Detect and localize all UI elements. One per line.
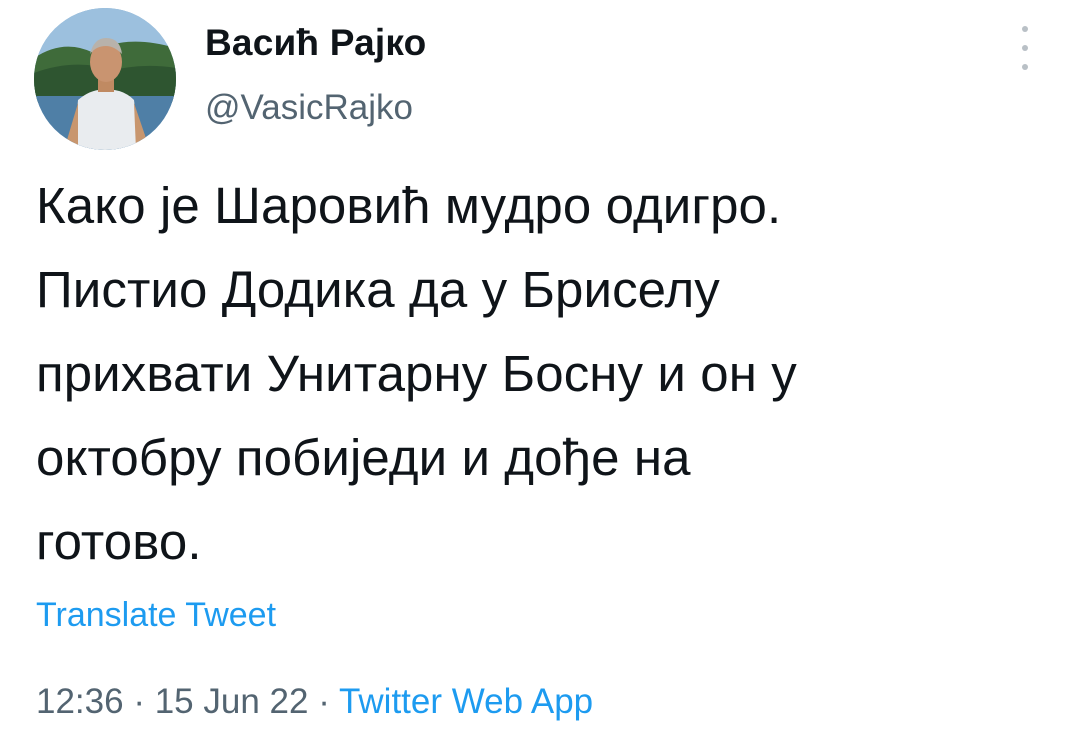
tweet-meta: 12:36 · 15 Jun 22 · Twitter Web App [36, 682, 593, 722]
more-vertical-icon-dot [1022, 64, 1028, 70]
tweet-text-line: прихвати Унитарну Босну и он у [36, 345, 797, 402]
more-vertical-icon [1022, 26, 1028, 32]
author-handle[interactable]: @VasicRajko [205, 88, 413, 128]
profile-photo-icon [34, 8, 176, 150]
tweet-text: Како је Шаровић мудро одигро. Пистио Дод… [36, 164, 1046, 584]
tweet-text-line: октобру побиједи и дође на [36, 429, 691, 486]
avatar[interactable] [34, 8, 176, 150]
meta-separator: · [133, 682, 155, 721]
more-vertical-icon-dot [1022, 45, 1028, 51]
translate-tweet-link[interactable]: Translate Tweet [36, 596, 276, 635]
tweet-time[interactable]: 12:36 [36, 682, 124, 721]
tweet-text-line: готово. [36, 513, 202, 570]
tweet-text-line: Како је Шаровић мудро одигро. [36, 177, 782, 234]
tweet-source-link[interactable]: Twitter Web App [339, 682, 593, 721]
more-options-button[interactable] [1008, 26, 1042, 70]
tweet-card: Васић Рајко @VasicRajko Како је Шаровић … [0, 0, 1080, 740]
author-display-name[interactable]: Васић Рајко [205, 22, 426, 64]
tweet-text-line: Пистио Додика да у Бриселу [36, 261, 720, 318]
meta-separator: · [318, 682, 339, 721]
tweet-date[interactable]: 15 Jun 22 [155, 682, 309, 721]
